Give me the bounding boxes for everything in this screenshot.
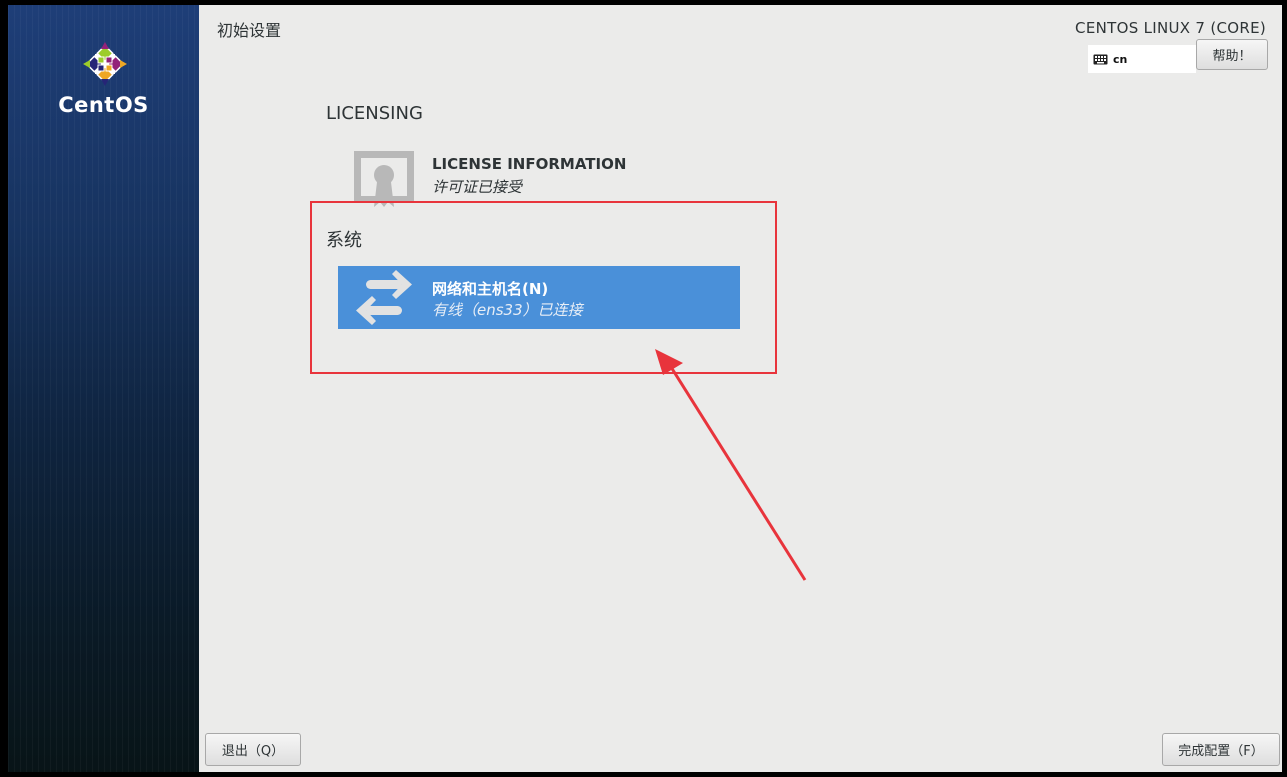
keyboard-layout-label: cn: [1113, 52, 1128, 66]
license-information-title[interactable]: LICENSE INFORMATION: [432, 155, 626, 173]
sidebar: CentOS: [8, 5, 199, 772]
page-title: 初始设置: [217, 21, 282, 40]
quit-button[interactable]: 退出（Q）: [205, 733, 301, 766]
brand-name: CentOS: [58, 93, 149, 117]
licensing-section-title: LICENSING: [326, 103, 423, 124]
finish-configuration-button[interactable]: 完成配置（F）: [1162, 733, 1280, 766]
keyboard-icon: [1093, 54, 1108, 64]
main-panel: 初始设置 CENTOS LINUX 7 (CORE) cn 帮助！ LICENS…: [199, 5, 1282, 772]
keyboard-layout-indicator[interactable]: cn: [1088, 45, 1196, 73]
centos-logo-icon: [83, 42, 127, 86]
product-title: CENTOS LINUX 7 (CORE): [1075, 19, 1266, 37]
license-information-status: 许可证已接受: [432, 178, 523, 196]
help-button[interactable]: 帮助！: [1196, 39, 1268, 70]
annotation-arrow-icon: [655, 349, 807, 581]
